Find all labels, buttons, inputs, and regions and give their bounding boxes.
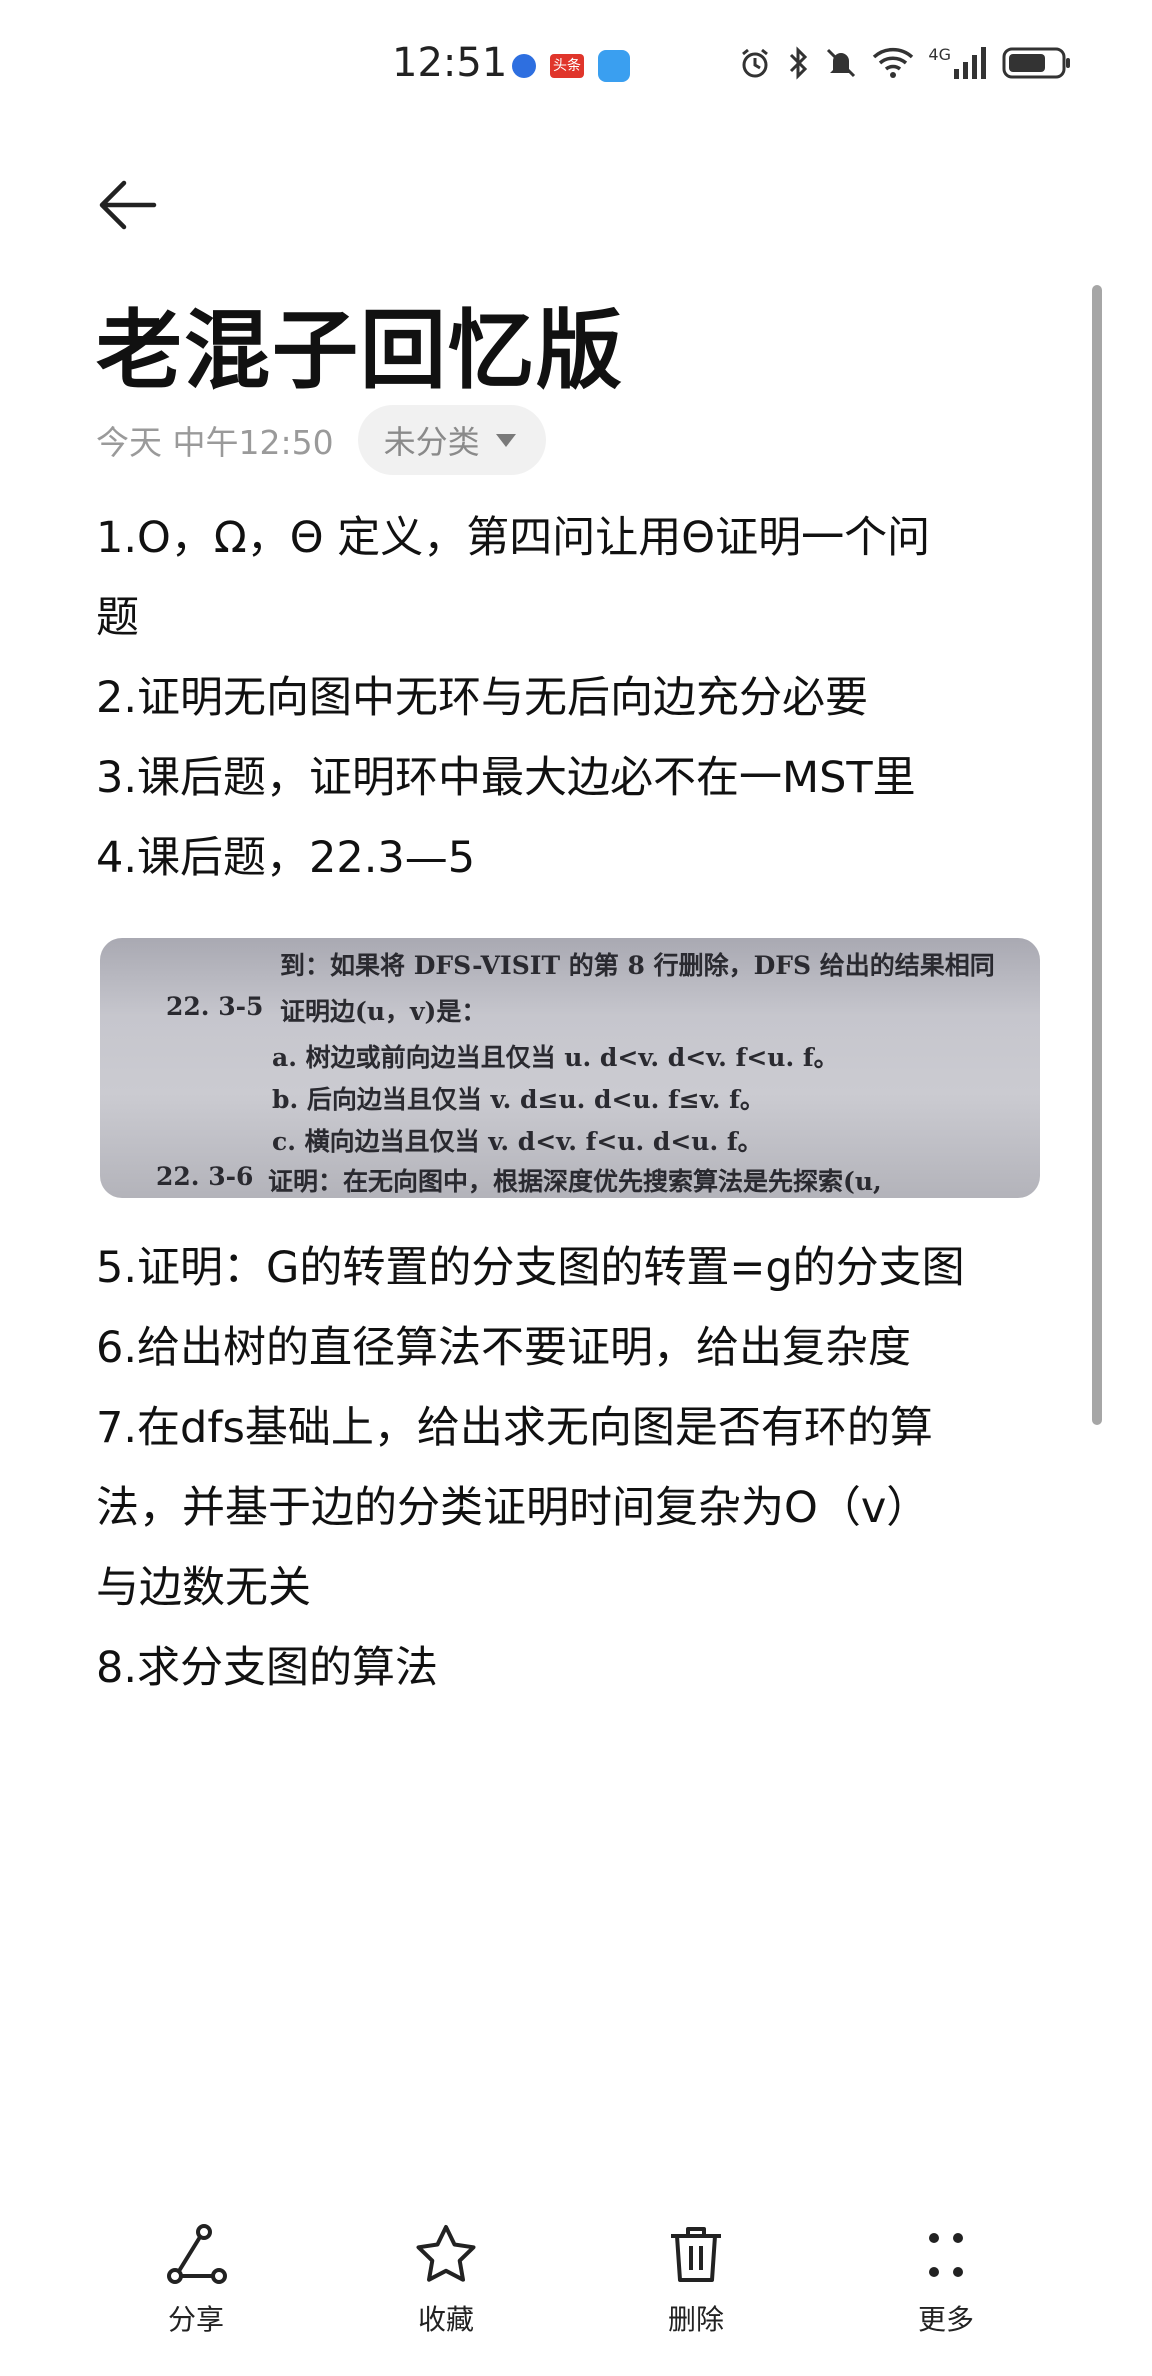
signal-icon xyxy=(954,47,986,79)
photo-line: 到：如果将 DFS-VISIT 的第 8 行删除，DFS 给出的结果相同 xyxy=(280,951,995,980)
category-label: 未分类 xyxy=(383,423,480,461)
note-line: 8.求分支图的算法 xyxy=(96,1643,439,1693)
network-type: 4G xyxy=(928,45,951,64)
delete-label: 删除 xyxy=(667,2303,724,2336)
photo-line: 证明边(u，v)是： xyxy=(280,997,487,1026)
note-line: 6.给出树的直径算法不要证明，给出复杂度 xyxy=(96,1323,912,1373)
note-line: 4.课后题，22.3—5 xyxy=(96,833,476,883)
trash-icon xyxy=(671,2227,721,2282)
weather-notification-icon xyxy=(598,50,630,82)
back-button[interactable] xyxy=(90,165,170,245)
note-line: 2.证明无向图中无环与无后向边充分必要 xyxy=(96,673,869,723)
note-line: 3.课后题，证明环中最大边必不在一MST里 xyxy=(96,753,916,803)
category-dropdown[interactable]: 未分类 xyxy=(357,405,546,475)
photo-line: 22. 3-5 xyxy=(166,992,264,1021)
browser-notification-icon xyxy=(512,54,536,78)
more-button[interactable]: 更多 xyxy=(876,2220,1016,2338)
photo-line: c. 横向边当且仅当 v. d<v. f<u. d<u. f。 xyxy=(272,1127,763,1156)
note-body-top[interactable]: 1.O，Ω，Θ 定义，第四问让用Θ证明一个问 题 2.证明无向图中无环与无后向边… xyxy=(96,498,1046,898)
photo-line: 证明：在无向图中，根据深度优先搜索算法是先探索(u, xyxy=(268,1167,882,1196)
note-body-bottom[interactable]: 5.证明：G的转置的分支图的转置=g的分支图 6.给出树的直径算法不要证明，给出… xyxy=(96,1228,1046,1708)
note-meta: 今天 中午12:50 未分类 xyxy=(96,405,546,475)
note-line: 题 xyxy=(96,593,139,643)
share-button[interactable]: 分享 xyxy=(126,2220,266,2338)
system-icons: 4G xyxy=(738,46,1072,80)
delete-button[interactable]: 删除 xyxy=(626,2220,766,2338)
note-line: 与边数无关 xyxy=(96,1563,311,1613)
mute-icon xyxy=(827,48,856,78)
toutiao-notification-icon: 头条 xyxy=(550,54,584,78)
battery-icon xyxy=(1002,47,1070,79)
more-label: 更多 xyxy=(917,2303,974,2336)
favorite-button[interactable]: 收藏 xyxy=(376,2220,516,2338)
note-date: 今天 中午12:50 xyxy=(96,423,334,462)
photo-line: a. 树边或前向边当且仅当 u. d<v. d<v. f<u. f。 xyxy=(272,1043,839,1072)
notification-icons: 头条 xyxy=(512,50,630,82)
note-line: 1.O，Ω，Θ 定义，第四问让用Θ证明一个问 xyxy=(96,513,931,563)
note-line: 5.证明：G的转置的分支图的转置=g的分支图 xyxy=(96,1243,965,1293)
favorite-label: 收藏 xyxy=(417,2303,474,2336)
wifi-icon xyxy=(873,47,914,78)
scrollbar[interactable] xyxy=(1092,285,1102,1425)
star-icon xyxy=(416,2225,476,2282)
share-label: 分享 xyxy=(167,2303,224,2336)
note-title[interactable]: 老混子回忆版 xyxy=(96,280,624,405)
caret-down-icon xyxy=(495,433,516,447)
status-bar: 12:51 头条 4G xyxy=(0,0,1152,130)
photo-line: b. 后向边当且仅当 v. d≤u. d<u. f≤v. f。 xyxy=(272,1085,765,1114)
note-line: 7.在dfs基础上，给出求无向图是否有环的算 xyxy=(96,1403,933,1453)
arrow-left-icon xyxy=(99,180,157,230)
bluetooth-icon xyxy=(790,46,808,80)
status-time: 12:51 xyxy=(392,40,508,86)
bottom-toolbar: 分享 收藏 删除 更多 xyxy=(0,2180,1152,2376)
embedded-photo[interactable]: 到：如果将 DFS-VISIT 的第 8 行删除，DFS 给出的结果相同 22.… xyxy=(100,938,1040,1198)
share-icon xyxy=(167,2224,227,2284)
note-line: 法，并基于边的分类证明时间复杂为O（v） xyxy=(96,1483,930,1533)
photo-line: 22. 3-6 xyxy=(156,1162,254,1191)
alarm-icon xyxy=(742,48,769,78)
more-dots-icon xyxy=(929,2233,963,2277)
